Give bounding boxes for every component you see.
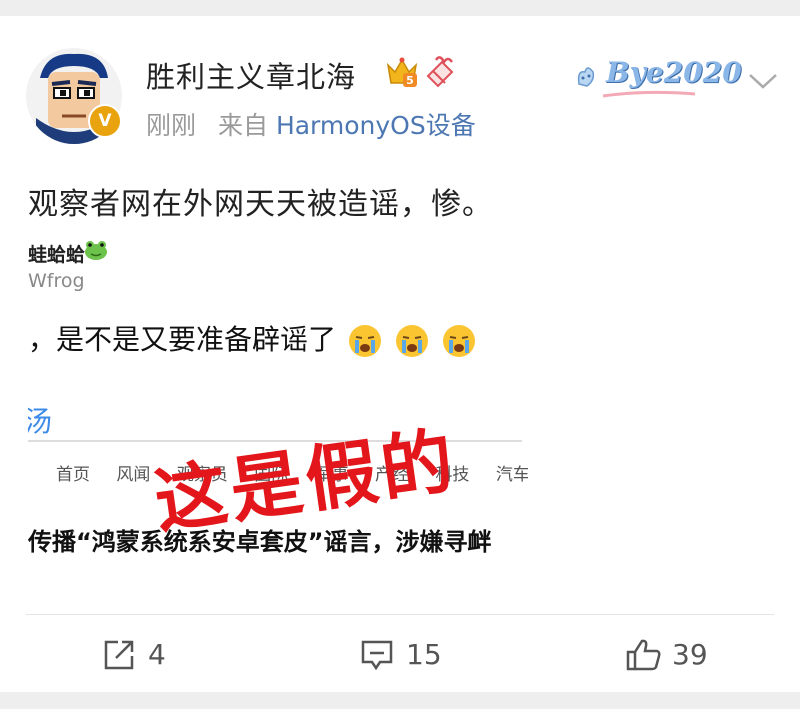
author-name[interactable]: 胜利主义章北海 (146, 54, 356, 96)
news-nav-item: 首页 (56, 465, 90, 485)
frog-emoji-icon (85, 241, 107, 260)
post-body-text: 观察者网在外网天天被造谣，惨。 (28, 187, 493, 222)
news-nav-item: 汽车 (495, 465, 528, 485)
vip-level-label: 5 (406, 74, 414, 87)
thumbs-up-icon (626, 639, 661, 671)
card-decoration-text: Bye2020 (606, 56, 742, 89)
gift-medal-icon[interactable] (424, 54, 458, 88)
embed-handle: Wfrog (28, 270, 85, 292)
repost-button[interactable]: 4 (102, 636, 192, 676)
embed-link-text[interactable]: 汤 (28, 400, 52, 440)
comment-icon (361, 640, 393, 671)
like-button[interactable]: 39 (626, 636, 726, 676)
comment-button[interactable]: 15 (360, 636, 460, 676)
source-device-link[interactable]: HarmonyOS设备 (276, 111, 476, 140)
comment-count: 15 (406, 638, 442, 671)
share-icon (104, 640, 134, 670)
verified-badge: V (88, 104, 122, 138)
like-count: 39 (672, 638, 708, 671)
vip-crown-icon[interactable]: 5 (385, 55, 419, 89)
source-prefix: 来自 (217, 111, 268, 140)
post-meta: 刚刚 来自 HarmonyOS设备 (146, 106, 476, 142)
repost-count: 4 (148, 638, 166, 671)
weibo-post-card: V 胜利主义章北海 5 刚刚 来自 HarmonyOS设备 Bye2020 观察… (0, 16, 800, 692)
embed-post-text: ，是不是又要准备辟谣了 (28, 318, 477, 359)
news-nav-item: 风闻 (116, 465, 151, 485)
chevron-down-icon[interactable] (748, 72, 778, 90)
crying-emoji-icon (395, 325, 428, 357)
embedded-screenshot[interactable]: 蛙蛤蛤 Wfrog ，是不是又要准备辟谣了 汤 首页 风闻 观察员 国际 军事 … (28, 224, 528, 564)
action-bar-divider (26, 614, 774, 615)
embed-username: 蛙蛤蛤 (28, 244, 86, 266)
crying-emoji-icon (442, 325, 475, 357)
post-time: 刚刚 (146, 111, 197, 140)
embed-post-text-content: ，是不是又要准备辟谣了 (28, 323, 337, 356)
crying-emoji-icon (348, 325, 381, 357)
